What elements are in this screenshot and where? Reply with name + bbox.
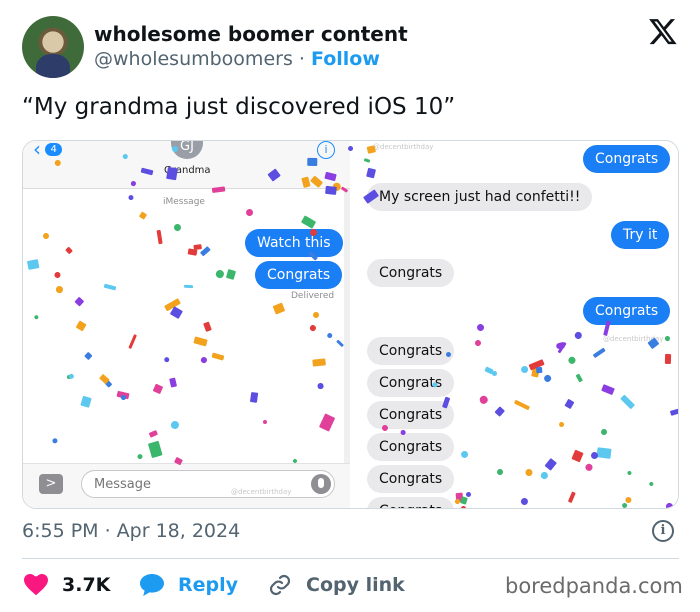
watermark: @decentbirthday xyxy=(373,143,434,151)
received-bubble: Congrats xyxy=(367,465,455,493)
sent-bubble: Congrats xyxy=(583,297,671,325)
confetti-piece xyxy=(211,185,226,193)
back-button[interactable]: ‹ 4 xyxy=(33,141,65,159)
confetti-piece xyxy=(325,186,337,196)
author-handle[interactable]: @wholesumboomers xyxy=(94,48,293,70)
apps-button[interactable]: > xyxy=(39,474,63,494)
confetti-piece xyxy=(166,166,178,181)
confetti-piece xyxy=(249,391,259,403)
confetti-piece xyxy=(466,491,472,497)
received-bubble: Congrats xyxy=(367,497,455,508)
sent-bubble: Watch this xyxy=(245,229,343,257)
reply-bubble-icon xyxy=(140,574,164,596)
received-bubble: Congrats xyxy=(367,337,455,365)
confetti-piece xyxy=(600,428,607,436)
sent-bubble: Congrats xyxy=(583,145,671,173)
author-name[interactable]: wholesome boomer content xyxy=(94,22,408,46)
message-input[interactable] xyxy=(81,470,335,498)
service-label: iMessage xyxy=(163,197,205,207)
chevron-left-icon: ‹ xyxy=(33,140,41,161)
reply-label: Reply xyxy=(178,574,239,596)
compose-bar: > @decentbirthday xyxy=(23,463,350,508)
confetti-piece xyxy=(306,158,317,167)
author-handle-line: @wholesumboomers · Follow xyxy=(94,48,380,70)
received-bubble: Congrats xyxy=(367,369,455,397)
received-bubble: Congrats xyxy=(367,401,455,429)
right-screenshot: @decentbirthday Congrats My screen just … xyxy=(363,141,678,508)
tweet-text: “My grandma just discovered iOS 10” xyxy=(22,94,456,120)
heart-icon xyxy=(24,574,48,596)
received-bubble: Congrats xyxy=(367,259,455,287)
delivered-label: Delivered xyxy=(291,291,335,301)
confetti-piece xyxy=(626,470,632,476)
confetti-piece xyxy=(519,496,529,506)
confetti-piece xyxy=(492,371,498,376)
separator: · xyxy=(298,48,305,70)
confetti-piece xyxy=(535,367,542,374)
info-icon[interactable]: i xyxy=(652,520,674,542)
confetti-piece xyxy=(262,419,267,424)
x-logo-icon[interactable] xyxy=(648,16,678,46)
watermark: @decentbirthday xyxy=(231,488,292,496)
copy-link-label: Copy link xyxy=(306,574,405,596)
confetti-piece xyxy=(461,505,467,508)
info-icon[interactable]: i xyxy=(317,141,335,159)
copy-link-button[interactable]: Copy link xyxy=(268,570,405,600)
like-count: 3.7K xyxy=(62,574,111,596)
tweet-timestamp[interactable]: 6:55 PM · Apr 18, 2024 xyxy=(22,520,240,542)
confetti-piece xyxy=(665,353,672,364)
unread-count-badge: 4 xyxy=(45,143,62,156)
microphone-icon[interactable] xyxy=(311,474,331,494)
follow-button[interactable]: Follow xyxy=(311,48,380,70)
confetti-piece xyxy=(596,447,612,459)
tweet-header: wholesome boomer content @wholesumboomer… xyxy=(22,14,682,80)
divider xyxy=(22,558,679,559)
reply-button[interactable]: Reply xyxy=(140,570,238,600)
left-screenshot: ‹ 4 GJ Grandma i iMessage Watch this Con… xyxy=(23,141,350,508)
link-icon xyxy=(269,574,291,596)
like-button[interactable]: 3.7K xyxy=(24,570,110,600)
tweet-media[interactable]: ‹ 4 GJ Grandma i iMessage Watch this Con… xyxy=(22,140,679,509)
confetti-piece xyxy=(27,258,40,270)
received-bubble: My screen just had confetti!! xyxy=(367,183,593,211)
avatar[interactable] xyxy=(22,16,84,78)
confetti-piece xyxy=(665,502,674,508)
received-bubble: Congrats xyxy=(367,433,455,461)
imessage-nav-bar: ‹ 4 GJ Grandma i xyxy=(23,141,350,189)
sent-bubble: Try it xyxy=(611,221,670,249)
source-watermark: boredpanda.com xyxy=(505,574,683,598)
sent-bubble: Congrats xyxy=(255,261,343,289)
